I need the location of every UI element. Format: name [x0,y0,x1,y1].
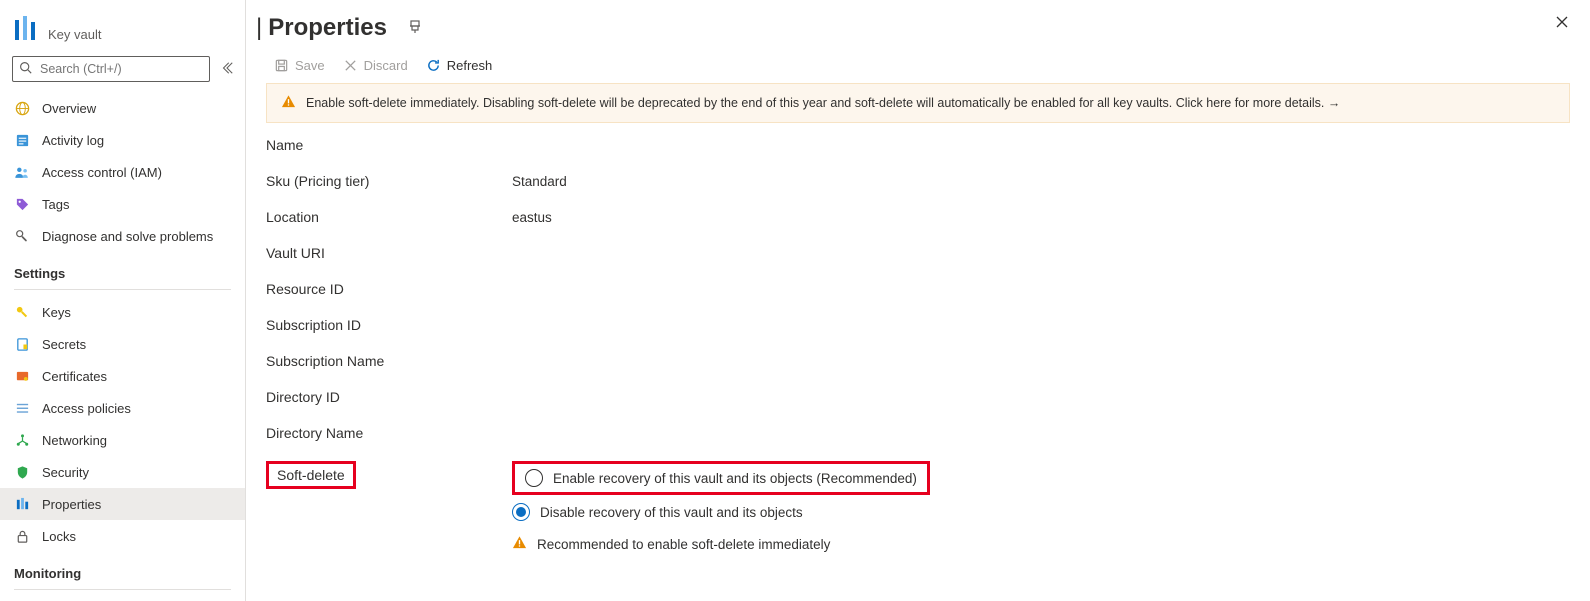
label-directory-id: Directory ID [266,389,512,405]
radio-disable-label: Disable recovery of this vault and its o… [540,505,803,520]
sidebar: Key vault Overview [0,0,246,601]
label-location: Location [266,209,512,225]
sidebar-item-label: Keys [42,305,71,320]
search-input-wrapper[interactable] [12,56,210,82]
refresh-label: Refresh [447,58,493,73]
sidebar-item-networking[interactable]: Networking [0,424,245,456]
sidebar-item-properties[interactable]: Properties [0,488,245,520]
sidebar-item-label: Access control (IAM) [42,165,162,180]
radio-enable-label: Enable recovery of this vault and its ob… [553,471,917,486]
label-resource-id: Resource ID [266,281,512,297]
discard-button[interactable]: Discard [343,58,408,73]
sidebar-item-label: Locks [42,529,76,544]
section-header-monitoring: Monitoring [0,552,245,585]
search-icon [19,61,32,77]
tag-icon [14,196,30,212]
label-soft-delete: Soft-delete [266,461,356,489]
sidebar-item-label: Access policies [42,401,131,416]
label-subscription-id: Subscription ID [266,317,512,333]
label-name: Name [266,137,512,153]
sidebar-item-label: Tags [42,197,69,212]
networking-icon [14,432,30,448]
collapse-sidebar-button[interactable] [216,57,238,82]
secrets-icon [14,336,30,352]
refresh-button[interactable]: Refresh [426,58,493,73]
sidebar-item-certificates[interactable]: Certificates [0,360,245,392]
main: | Properties Save Discard Refre [246,0,1590,601]
radio-enable-recovery[interactable]: Enable recovery of this vault and its ob… [525,469,917,487]
value-sku: Standard [512,174,567,189]
sidebar-item-secrets[interactable]: Secrets [0,328,245,360]
access-policies-icon [14,400,30,416]
banner-text: Enable soft-delete immediately. Disablin… [306,96,1340,110]
sidebar-item-diagnose[interactable]: Diagnose and solve problems [0,220,245,252]
sidebar-item-label: Secrets [42,337,86,352]
page-title: Properties [268,14,387,42]
brand-label: Key vault [48,27,101,42]
pin-icon[interactable] [407,19,423,38]
certificates-icon [14,368,30,384]
close-button[interactable] [1554,14,1570,33]
section-divider [14,589,231,590]
sidebar-item-label: Activity log [42,133,104,148]
sidebar-item-label: Overview [42,101,96,116]
save-label: Save [295,58,325,73]
shield-icon [14,464,30,480]
title-pipe: | [256,14,262,42]
label-directory-name: Directory Name [266,425,512,441]
sidebar-item-locks[interactable]: Locks [0,520,245,552]
discard-label: Discard [364,58,408,73]
warning-icon [512,535,527,553]
key-icon [14,304,30,320]
warning-icon [281,94,296,112]
sidebar-item-label: Diagnose and solve problems [42,229,213,244]
sidebar-item-label: Properties [42,497,101,512]
label-sku: Sku (Pricing tier) [266,173,512,189]
sidebar-item-tags[interactable]: Tags [0,188,245,220]
sidebar-item-access-control[interactable]: Access control (IAM) [0,156,245,188]
globe-icon [14,100,30,116]
soft-delete-recommendation: Recommended to enable soft-delete immedi… [512,535,930,553]
lock-icon [14,528,30,544]
sidebar-item-label: Security [42,465,89,480]
keyvault-icon [14,16,38,42]
radio-icon [525,469,543,487]
value-location: eastus [512,210,552,225]
label-vault-uri: Vault URI [266,245,512,261]
sidebar-item-label: Certificates [42,369,107,384]
sidebar-item-overview[interactable]: Overview [0,92,245,124]
brand: Key vault [0,10,245,56]
properties-icon [14,496,30,512]
section-divider [14,289,231,290]
sidebar-item-keys[interactable]: Keys [0,296,245,328]
sidebar-item-access-policies[interactable]: Access policies [0,392,245,424]
section-header-settings: Settings [0,252,245,285]
banner-soft-delete[interactable]: Enable soft-delete immediately. Disablin… [266,83,1570,123]
radio-disable-recovery[interactable]: Disable recovery of this vault and its o… [512,503,930,521]
radio-icon [512,503,530,521]
sidebar-item-security[interactable]: Security [0,456,245,488]
diagnose-icon [14,228,30,244]
label-subscription-name: Subscription Name [266,353,512,369]
activity-log-icon [14,132,30,148]
sidebar-item-label: Networking [42,433,107,448]
iam-icon [14,164,30,180]
toolbar: Save Discard Refresh [246,48,1590,83]
save-button[interactable]: Save [274,58,325,73]
sidebar-item-activity-log[interactable]: Activity log [0,124,245,156]
search-input[interactable] [38,61,203,77]
